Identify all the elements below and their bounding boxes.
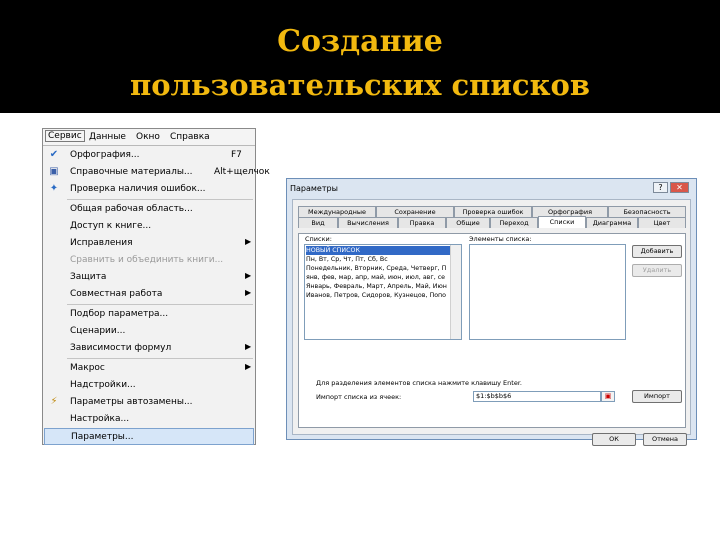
add-button[interactable]: Добавить (632, 245, 682, 258)
autocorrect-icon: ⚡ (50, 396, 58, 407)
menu-item-share-workbook[interactable]: Доступ к книге... (44, 218, 254, 235)
title-banner: Создание пользовательских списков (0, 0, 720, 113)
tab-chart[interactable]: Диаграмма (586, 217, 638, 228)
tab-international[interactable]: Международные (298, 206, 376, 217)
menu-item-addins[interactable]: Надстройки... (44, 377, 254, 394)
research-icon: ▣ (49, 166, 59, 177)
menu-item-track-changes[interactable]: Исправления ▶ (44, 235, 254, 252)
lists-label: Списки: (305, 235, 332, 243)
tab-general[interactable]: Общие (446, 217, 490, 228)
menu-item-compare-merge[interactable]: Сравнить и объединить книги... (44, 252, 254, 269)
tab-security[interactable]: Безопасность (608, 206, 686, 217)
menu-item-shared-workspace[interactable]: Общая рабочая область... (44, 201, 254, 218)
submenu-arrow-icon: ▶ (245, 362, 252, 371)
cancel-button[interactable]: Отмена (643, 433, 687, 446)
tab-lists[interactable]: Списки (538, 216, 586, 228)
error-check-icon: ✦ (49, 183, 59, 194)
dialog-title: Параметры (290, 184, 338, 193)
close-button[interactable]: ✕ (670, 182, 689, 193)
list-item[interactable]: Иванов, Петров, Сидоров, Кузнецов, Попо (306, 291, 450, 300)
import-label: Импорт списка из ячеек: (316, 393, 402, 401)
list-item[interactable]: Понедельник, Вторник, Среда, Четверг, П (306, 264, 450, 273)
menu-item-spelling[interactable]: ✔ Орфография... F7 (44, 147, 254, 164)
submenu-arrow-icon: ▶ (245, 342, 252, 351)
spellcheck-icon: ✔ (49, 149, 59, 160)
list-item[interactable]: янв, фев, мар, апр, май, июн, июл, авг, … (306, 273, 450, 282)
menu-help[interactable]: Справка (170, 132, 210, 142)
ok-button[interactable]: ОК (592, 433, 636, 446)
hint-text: Для разделения элементов списка нажмите … (316, 379, 522, 387)
menu-item-customize[interactable]: Настройка... (44, 411, 254, 428)
menu-window[interactable]: Окно (136, 132, 160, 142)
tools-menu: Сервис Данные Окно Справка ✔ Орфография.… (42, 128, 270, 445)
range-select-icon[interactable]: ▣ (601, 391, 615, 402)
submenu-arrow-icon: ▶ (245, 237, 252, 246)
tab-calculation[interactable]: Вычисления (338, 217, 398, 228)
elements-label: Элементы списка: (469, 235, 532, 243)
submenu-arrow-icon: ▶ (245, 271, 252, 280)
menu-item-autocorrect[interactable]: ⚡ Параметры автозамены... (44, 394, 254, 411)
dialog-body: Международные Сохранение Проверка ошибок… (292, 199, 691, 446)
menu-item-scenarios[interactable]: Сценарии... (44, 323, 254, 340)
menu-item-collaboration[interactable]: Совместная работа ▶ (44, 286, 254, 303)
slide-title-line1: Создание (277, 24, 443, 59)
tab-edit[interactable]: Правка (398, 217, 446, 228)
menu-separator (67, 199, 253, 200)
custom-lists-box[interactable]: НОВЫЙ СПИСОК Пн, Вт, Ср, Чт, Пт, Сб, Вс … (304, 244, 462, 340)
tab-save[interactable]: Сохранение (376, 206, 454, 217)
menu-item-macro[interactable]: Макрос ▶ (44, 360, 254, 377)
import-range-input[interactable]: $1:$b$b$6 (473, 391, 601, 402)
menu-item-protection[interactable]: Защита ▶ (44, 269, 254, 286)
list-item[interactable]: НОВЫЙ СПИСОК (306, 246, 450, 255)
menu-item-formula-auditing[interactable]: Зависимости формул ▶ (44, 340, 254, 357)
help-button[interactable]: ? (653, 182, 668, 193)
list-entries-box[interactable] (469, 244, 626, 340)
menu-bar: Сервис Данные Окно Справка (43, 129, 255, 146)
menu-separator (67, 304, 253, 305)
tab-transition[interactable]: Переход (490, 217, 538, 228)
menu-data[interactable]: Данные (89, 132, 126, 142)
lists-scrollbar[interactable] (450, 245, 461, 339)
options-dialog: Параметры ? ✕ Международные Сохранение П… (286, 178, 697, 446)
submenu-arrow-icon: ▶ (245, 288, 252, 297)
menu-item-research[interactable]: ▣ Справочные материалы... Alt+щелчок (44, 164, 270, 181)
menu-item-goal-seek[interactable]: Подбор параметра... (44, 306, 254, 323)
menu-item-error-check[interactable]: ✦ Проверка наличия ошибок... (44, 181, 254, 198)
import-button[interactable]: Импорт (632, 390, 682, 403)
menu-item-options[interactable]: Параметры... (44, 428, 254, 445)
list-item[interactable]: Январь, Февраль, Март, Апрель, Май, Июн (306, 282, 450, 291)
list-item[interactable]: Пн, Вт, Ср, Чт, Пт, Сб, Вс (306, 255, 450, 264)
tab-color[interactable]: Цвет (638, 217, 686, 228)
lists-panel: Списки: Элементы списка: НОВЫЙ СПИСОК Пн… (298, 233, 686, 428)
menu-service[interactable]: Сервис (45, 130, 85, 142)
tab-error-checking[interactable]: Проверка ошибок (454, 206, 532, 217)
menu-separator (67, 358, 253, 359)
delete-button[interactable]: Удалить (632, 264, 682, 277)
tab-view[interactable]: Вид (298, 217, 338, 228)
slide-title-line2: пользовательских списков (129, 68, 591, 102)
